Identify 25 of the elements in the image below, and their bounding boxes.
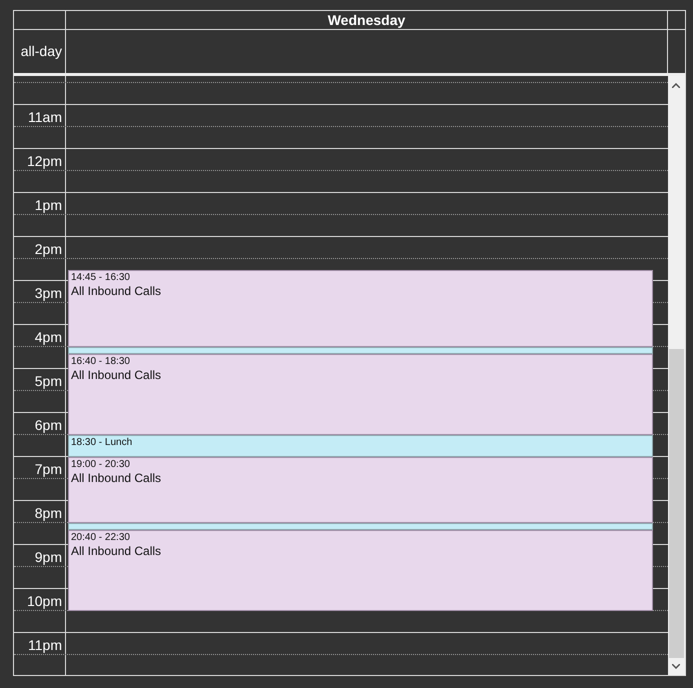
hour-label: 6pm	[34, 416, 62, 432]
calendar-event[interactable]: 19:00 - 20:30 All Inbound Calls	[68, 457, 653, 523]
scrollbar[interactable]	[668, 76, 685, 675]
hour-label: 7pm	[34, 460, 62, 476]
calendar-event[interactable]: 16:40 - 18:30 All Inbound Calls	[68, 354, 653, 435]
hour-label: 11am	[28, 108, 62, 124]
hour-label: 12pm	[26, 152, 62, 168]
hour-label: 9pm	[34, 548, 62, 564]
calendar-event[interactable]: 14:45 - 16:30 All Inbound Calls	[68, 270, 653, 347]
hour-label: 11pm	[28, 636, 62, 652]
calendar-event[interactable]: 20:40 - 22:30 All Inbound Calls	[68, 530, 653, 611]
hour-label: 1pm	[34, 196, 62, 212]
hour-label: 3pm	[34, 284, 62, 300]
break-event[interactable]	[68, 523, 653, 530]
scrollbar-thumb[interactable]	[669, 349, 684, 658]
scroll-up-icon[interactable]	[672, 83, 680, 88]
hour-label: 10pm	[26, 592, 62, 608]
break-event[interactable]: 18:30 - Lunch	[68, 435, 653, 457]
hour-label: 2pm	[34, 240, 62, 256]
hour-label: 4pm	[34, 328, 62, 344]
hour-label: 5pm	[34, 372, 62, 388]
scroll-down-icon[interactable]	[672, 664, 680, 669]
break-event[interactable]	[68, 347, 653, 354]
hour-label: 8pm	[34, 504, 62, 520]
day-header: Wednesday	[66, 11, 668, 29]
